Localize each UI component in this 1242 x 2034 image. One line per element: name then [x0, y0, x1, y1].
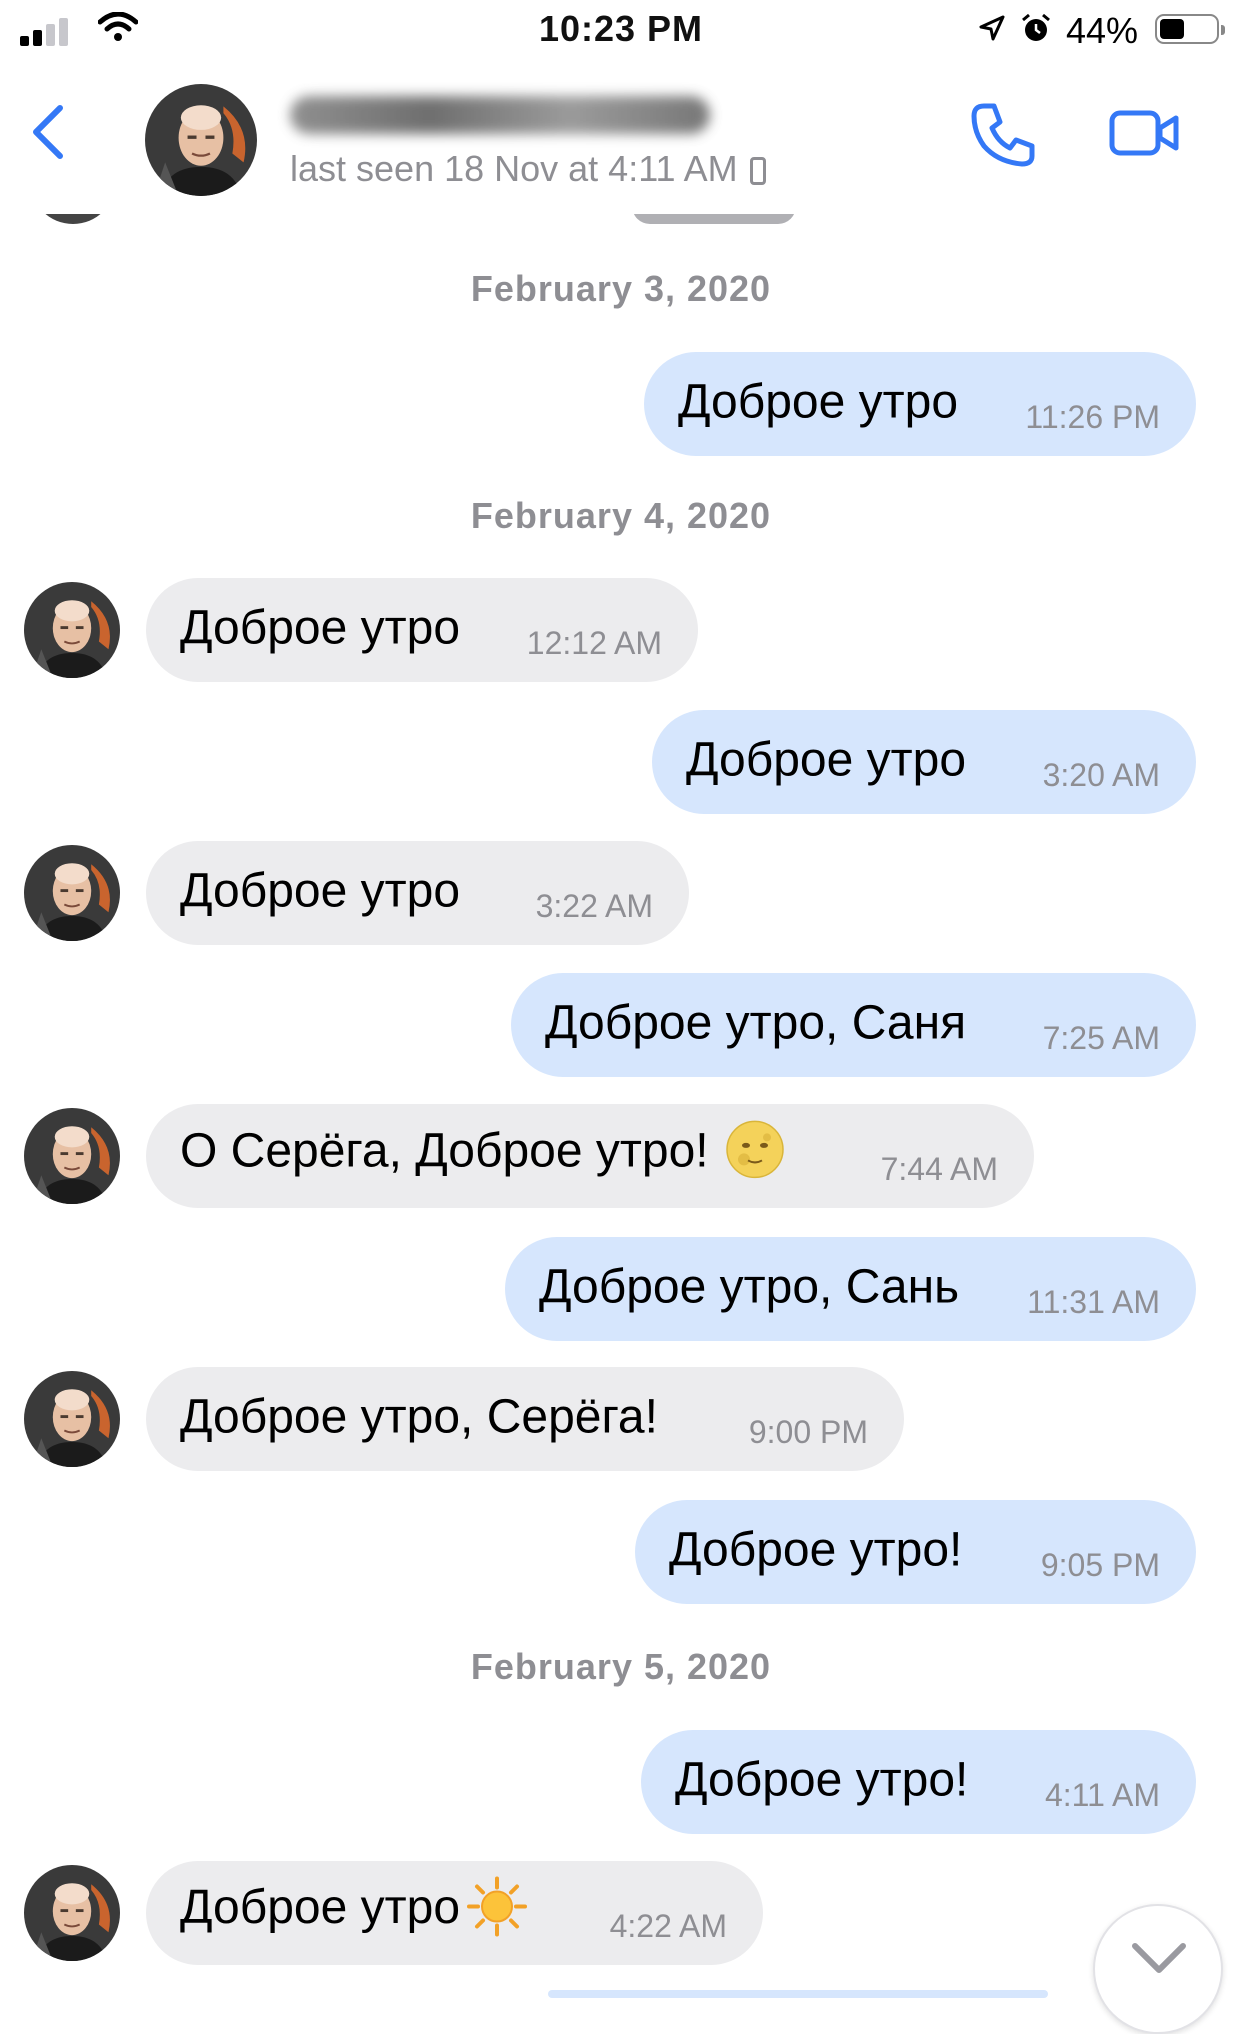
phone-icon[interactable] [968, 100, 1038, 170]
message-time: 11:31 AM [1027, 1284, 1160, 1320]
sender-avatar[interactable] [24, 845, 120, 941]
message-bubble-outgoing[interactable]: Доброе утро 11:26 PM [644, 352, 1196, 456]
message-time: 7:44 AM [880, 1151, 998, 1187]
sender-avatar[interactable] [24, 1108, 120, 1204]
chat-header: last seen 18 Nov at 4:11 AM [0, 64, 1242, 214]
message-bubble-outgoing[interactable]: Доброе утро! 9:05 PM [635, 1500, 1196, 1604]
date-separator: February 5, 2020 [470, 1646, 772, 1687]
battery-icon [1155, 14, 1225, 44]
message-time: 11:26 PM [1025, 399, 1160, 435]
message-text: Доброе утро! [675, 1753, 969, 1807]
message-text: Доброе утро [678, 375, 959, 429]
sun-icon [467, 1876, 528, 1937]
last-seen-status: last seen 18 Nov at 4:11 AM [290, 148, 766, 190]
message-bubble-partial [548, 1990, 1048, 1998]
message-time: 12:12 AM [526, 625, 662, 661]
message-time: 4:22 AM [609, 1908, 727, 1944]
message-text: Доброе утро! [669, 1523, 963, 1577]
message-text: Доброе утро [180, 864, 461, 918]
message-bubble-incoming[interactable]: Доброе утро 12:12 AM [146, 578, 698, 682]
sender-avatar[interactable] [24, 1865, 120, 1961]
contact-avatar[interactable] [145, 84, 257, 196]
video-camera-icon[interactable] [1108, 108, 1182, 158]
status-time: 10:23 PM [538, 8, 704, 49]
message-text: Доброе утро, Саня [545, 996, 967, 1050]
message-bubble-outgoing[interactable]: Доброе утро, Сань 11:31 AM [505, 1237, 1196, 1341]
date-separator: February 3, 2020 [470, 268, 772, 309]
alarm-clock-icon [1022, 13, 1050, 41]
message-text: Доброе утро [180, 1876, 528, 1942]
message-text: Доброе утро [686, 733, 967, 787]
scroll-to-bottom-button[interactable] [1093, 1904, 1223, 2034]
location-arrow-icon [979, 15, 1005, 41]
battery-percentage: 44% [1066, 10, 1139, 51]
message-time: 7:25 AM [1042, 1020, 1160, 1056]
message-bubble-outgoing[interactable]: Доброе утро! 4:11 AM [641, 1730, 1196, 1834]
chevron-down-icon [1132, 1943, 1186, 1973]
phone-device-icon [749, 157, 766, 185]
message-bubble-incoming[interactable]: Доброе утро 3:22 AM [146, 841, 689, 945]
message-text: Доброе утро, Серёга! [180, 1390, 658, 1444]
date-separator: February 4, 2020 [470, 495, 772, 536]
message-time: 3:20 AM [1042, 757, 1160, 793]
message-text: Доброе утро, Сань [539, 1260, 960, 1314]
message-bubble-incoming[interactable]: Доброе утро, Серёга! 9:00 PM [146, 1367, 904, 1471]
message-bubble-outgoing[interactable]: Доброе утро, Саня 7:25 AM [511, 973, 1196, 1077]
message-time: 9:05 PM [1040, 1547, 1160, 1583]
status-bar: 10:23 PM 44% [0, 0, 1242, 64]
chevron-left-icon[interactable] [30, 104, 66, 160]
message-time: 4:11 AM [1044, 1777, 1160, 1813]
sender-avatar[interactable] [24, 1371, 120, 1467]
message-bubble-outgoing[interactable]: Доброе утро 3:20 AM [652, 710, 1196, 814]
message-text: О Серёга, Доброе утро! [180, 1120, 785, 1183]
message-text: Доброе утро [180, 601, 461, 655]
message-bubble-incoming[interactable]: О Серёга, Доброе утро! 7:44 AM [146, 1104, 1034, 1208]
message-time: 9:00 PM [748, 1414, 868, 1450]
full-moon-face-icon [725, 1120, 784, 1179]
message-time: 3:22 AM [535, 888, 653, 924]
message-bubble-incoming[interactable]: Доброе утро 4:22 AM [146, 1861, 763, 1965]
contact-name-redacted[interactable] [290, 96, 710, 134]
sender-avatar[interactable] [24, 582, 120, 678]
